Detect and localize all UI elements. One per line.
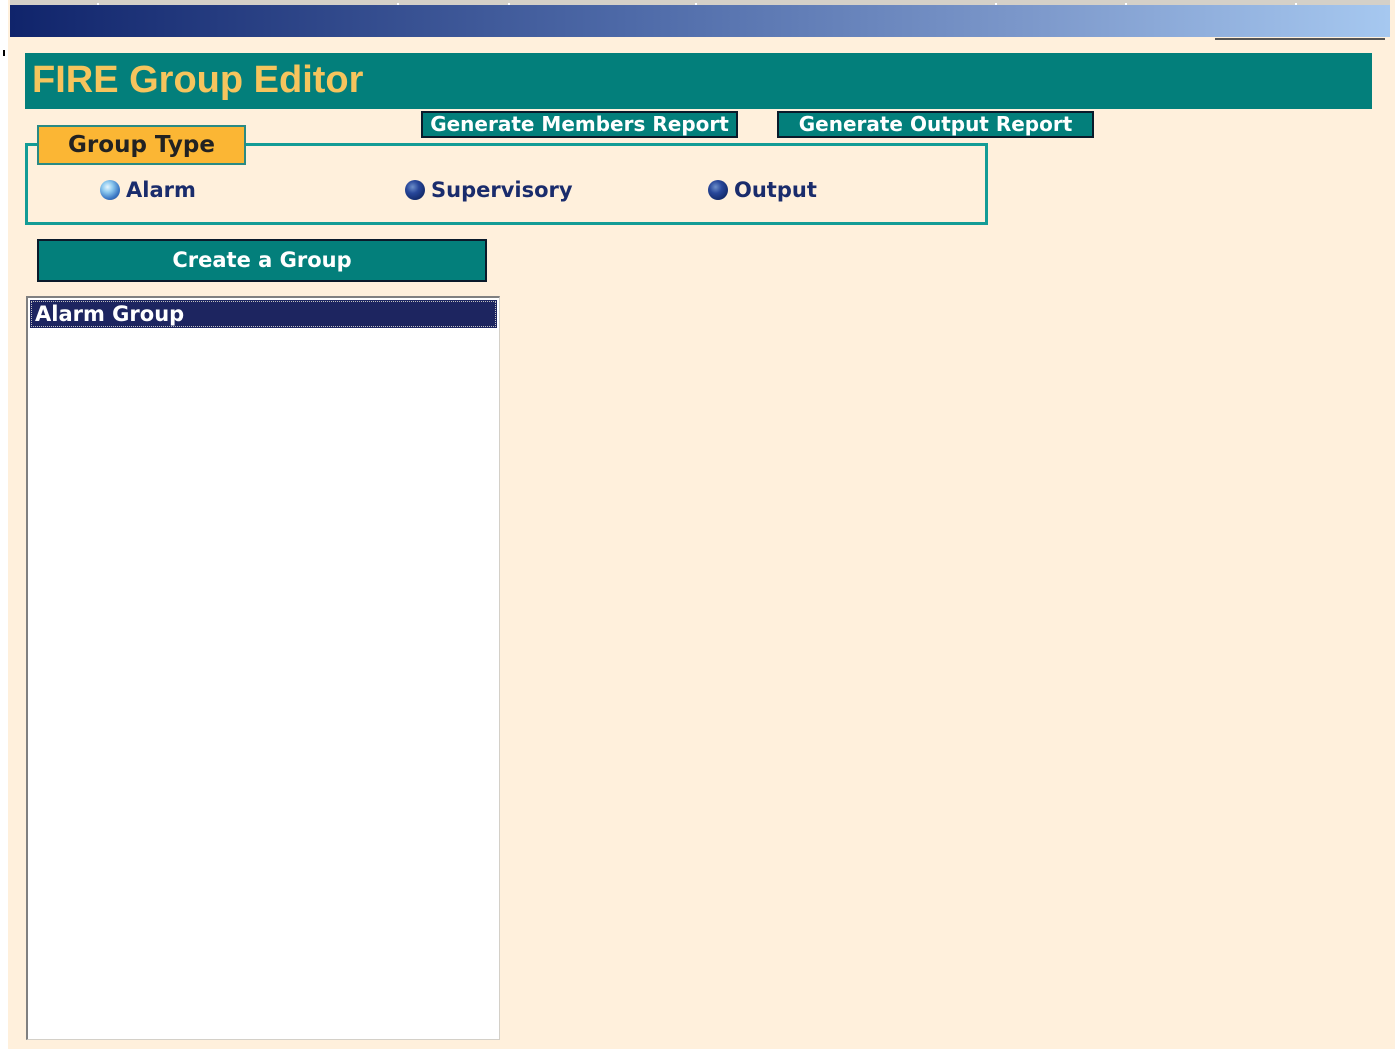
- radio-output-label[interactable]: Output: [734, 178, 817, 202]
- radio-supervisory-label[interactable]: Supervisory: [431, 178, 573, 202]
- radio-unselected-icon[interactable]: [708, 180, 728, 200]
- group-type-legend: Group Type: [37, 125, 246, 165]
- generate-members-report-button[interactable]: Generate Members Report: [421, 111, 738, 138]
- radio-alarm-label[interactable]: Alarm: [126, 178, 196, 202]
- window-titlebar[interactable]: [10, 5, 1390, 37]
- radio-unselected-icon[interactable]: [405, 180, 425, 200]
- create-group-button[interactable]: Create a Group: [37, 239, 487, 282]
- radio-supervisory[interactable]: Supervisory: [405, 176, 573, 204]
- radio-output[interactable]: Output: [708, 176, 817, 204]
- list-item[interactable]: Alarm Group: [30, 300, 497, 328]
- left-edge-tick: [3, 50, 5, 56]
- titlebar-underline: [1215, 38, 1385, 40]
- group-listbox[interactable]: Alarm Group: [26, 296, 500, 1040]
- radio-alarm[interactable]: Alarm: [100, 176, 196, 204]
- generate-output-report-button[interactable]: Generate Output Report: [777, 111, 1094, 138]
- radio-selected-icon[interactable]: [100, 180, 120, 200]
- page-header: FIRE Group Editor: [25, 53, 1372, 109]
- page-title: FIRE Group Editor: [32, 59, 364, 101]
